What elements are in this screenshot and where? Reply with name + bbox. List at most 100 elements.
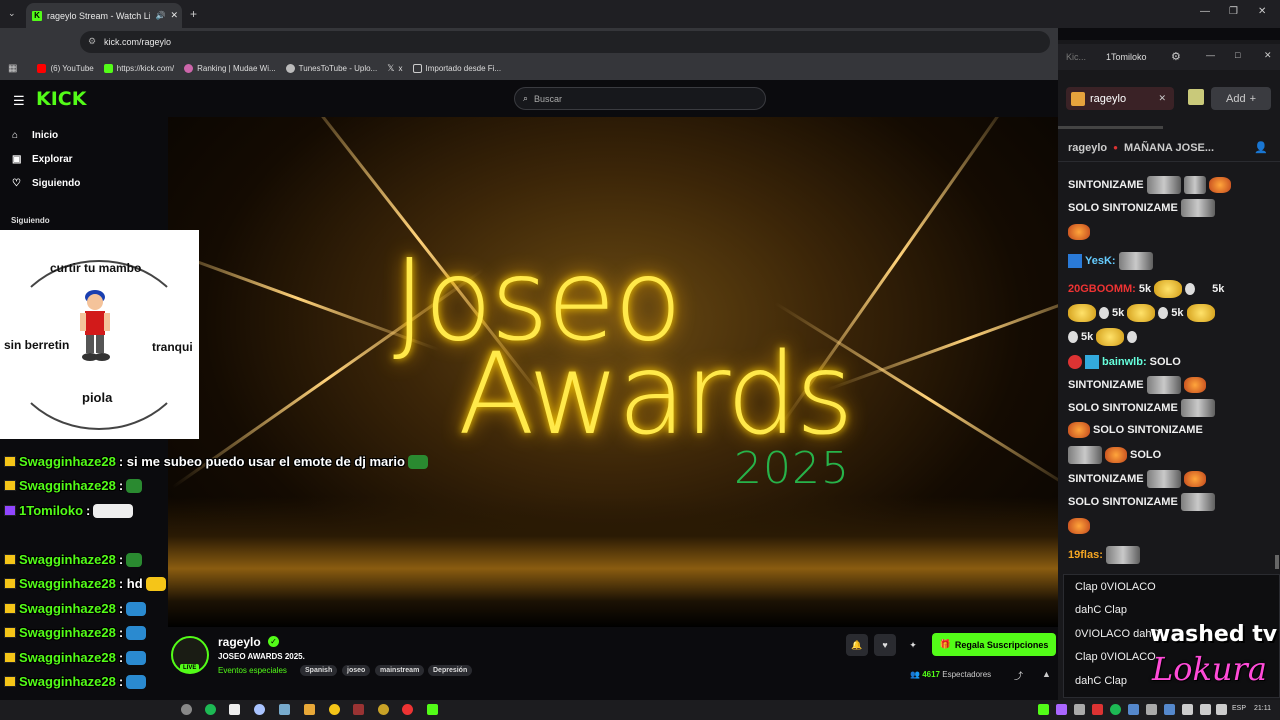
tab-scrollbar[interactable] xyxy=(1058,126,1163,129)
language-indicator[interactable]: ESP xyxy=(1232,705,1246,712)
url-field[interactable]: ⚙ kick.com/rageylo xyxy=(80,31,1050,53)
tag-chip[interactable]: mainstream xyxy=(375,665,425,676)
add-channel-button[interactable]: Add + xyxy=(1211,87,1271,110)
mudae-icon xyxy=(184,63,194,73)
popup-item[interactable]: Clap 0VIOLACO xyxy=(1075,581,1156,593)
tag-chip[interactable]: joseo xyxy=(342,665,371,676)
chat-username: Swagginhaze28 xyxy=(19,552,116,567)
channel-avatar xyxy=(1071,91,1085,106)
emote-icon xyxy=(1068,422,1090,438)
emote-picker-icon[interactable] xyxy=(1188,89,1204,105)
popup-item[interactable]: dahC Clap xyxy=(1075,675,1127,687)
bookmark-folder[interactable]: Importado desde Fi... xyxy=(412,63,501,73)
taskbar-app-icon[interactable] xyxy=(279,704,290,715)
bookmark-mudae[interactable]: Ranking | Mudae Wi... xyxy=(184,63,276,73)
channel-tab-close-icon[interactable]: ✕ xyxy=(1158,93,1166,104)
taskbar-app-icon[interactable] xyxy=(329,704,340,715)
chat-text: 5k xyxy=(1112,307,1125,319)
tray-icon[interactable] xyxy=(1038,704,1049,715)
file-icon[interactable] xyxy=(229,704,240,715)
close-button[interactable]: ✕ xyxy=(1264,50,1272,61)
apps-icon[interactable]: ▦ xyxy=(8,63,17,74)
taskbar-app-icon[interactable] xyxy=(181,704,192,715)
bookmark-kick[interactable]: https://kick.com/ xyxy=(103,63,174,73)
follow-heart-button[interactable]: ♥ xyxy=(874,634,896,656)
window-close-button[interactable]: ✕ xyxy=(1258,6,1266,17)
kick-taskbar-icon[interactable] xyxy=(427,704,438,715)
tray-icon[interactable] xyxy=(1074,704,1085,715)
share-icon[interactable]: ⤴ xyxy=(1014,669,1023,682)
menu-icon[interactable]: ☰ xyxy=(13,93,25,109)
emote-icon xyxy=(1158,307,1169,319)
tray-icon[interactable] xyxy=(1056,704,1067,715)
notification-bell-button[interactable]: 🔔 xyxy=(846,634,868,656)
tray-icon[interactable] xyxy=(1092,704,1103,715)
viewer-count: 👥 4617 Espectadores xyxy=(910,670,991,679)
tray-icon[interactable] xyxy=(1128,704,1139,715)
minimize-button[interactable]: — xyxy=(1200,6,1210,17)
tag-chip[interactable]: Depresión xyxy=(428,665,473,676)
sub-badge-icon xyxy=(4,603,16,614)
washed-tv-overlay: washed tv xyxy=(1150,622,1278,647)
chat-message: 5k 5k xyxy=(1068,304,1215,322)
speaker-icon[interactable]: 🔊 xyxy=(155,11,165,20)
browser-tab[interactable]: K rageylo Stream - Watch Liv 🔊 ✕ xyxy=(26,3,182,28)
emote-icon xyxy=(1180,399,1215,417)
popup-item[interactable]: 0VIOLACO dahC xyxy=(1075,628,1159,640)
emote-icon xyxy=(126,552,143,567)
channel-tab[interactable]: rageylo ✕ xyxy=(1066,87,1174,110)
new-tab-button[interactable]: + xyxy=(190,7,197,21)
maximize-button[interactable]: □ xyxy=(1235,50,1240,60)
taskbar-app-icon[interactable] xyxy=(304,704,315,715)
emote-icon xyxy=(1146,470,1181,488)
taskbar-app-icon[interactable] xyxy=(378,704,389,715)
nav-siguiendo[interactable]: ♡ Siguiendo xyxy=(12,178,80,189)
chat-username: 19flas: xyxy=(1068,549,1103,561)
badge-icon xyxy=(1068,254,1082,268)
popup-item[interactable]: dahC Clap xyxy=(1075,604,1127,616)
user-icon[interactable]: 👤 xyxy=(1254,141,1268,154)
chat-scrollbar[interactable] xyxy=(1275,555,1279,569)
tab-close-icon[interactable]: ✕ xyxy=(170,10,182,21)
site-info-icon[interactable]: ⚙ xyxy=(88,36,96,47)
chat-text: : xyxy=(118,674,124,689)
tray-icon[interactable] xyxy=(1182,704,1193,715)
bookmark-label: Ranking | Mudae Wi... xyxy=(197,63,276,73)
streamer-name[interactable]: rageylo xyxy=(218,635,261,649)
taskbar-app-icon[interactable] xyxy=(353,704,364,715)
chrome-icon[interactable] xyxy=(402,704,413,715)
stage-floor xyxy=(168,497,1058,627)
taskbar-app-icon[interactable] xyxy=(254,704,265,715)
bookmark-x[interactable]: 𝕏x xyxy=(387,63,402,74)
gift-subs-button[interactable]: 🎁 Regala Suscripciones xyxy=(932,633,1056,656)
video-player[interactable]: Joseo Awards 2025 xyxy=(168,117,1058,627)
kick-logo[interactable]: KICK xyxy=(36,88,86,110)
heart-icon: ♡ xyxy=(12,178,21,189)
tray-icon[interactable] xyxy=(1110,704,1121,715)
bookmark-youtube[interactable]: (6) YouTube xyxy=(37,63,94,73)
popup-item[interactable]: Clap 0VIOLACO xyxy=(1075,651,1156,663)
wifi-icon[interactable] xyxy=(1200,704,1211,715)
warning-icon[interactable]: ▲ xyxy=(1042,669,1051,679)
tray-icon[interactable] xyxy=(1164,704,1175,715)
tab-list-icon[interactable]: ⌄ xyxy=(8,8,16,19)
video-title-line2: Awards xyxy=(458,330,854,460)
minimize-button[interactable]: — xyxy=(1206,50,1215,60)
tray-icon[interactable] xyxy=(1146,704,1157,715)
gift-subs-label: Regala Suscripciones xyxy=(954,639,1049,650)
tag-chip[interactable]: Spanish xyxy=(300,665,338,676)
nav-explorar[interactable]: ▣ Explorar xyxy=(12,154,73,165)
taskbar-clock[interactable]: 21:11 xyxy=(1254,705,1271,712)
overlay-chat-message: Swagginhaze28: xyxy=(4,650,147,665)
badge-icon xyxy=(1068,355,1082,369)
bookmark-tunestotube[interactable]: TunesToTube - Uplo... xyxy=(285,63,377,73)
mambo-top-label: curtir tu mambo xyxy=(50,261,142,275)
settings-gear-icon[interactable]: ⚙ xyxy=(1171,50,1181,63)
spotify-icon[interactable] xyxy=(205,704,216,715)
search-input[interactable]: ⌕ Buscar xyxy=(514,87,766,110)
stream-category[interactable]: Eventos especiales xyxy=(218,666,287,675)
maximize-button[interactable]: ❐ xyxy=(1229,6,1238,17)
volume-icon[interactable] xyxy=(1216,704,1227,715)
sparkle-button[interactable]: ✦ xyxy=(902,634,924,656)
nav-inicio[interactable]: ⌂ Inicio xyxy=(12,130,58,141)
